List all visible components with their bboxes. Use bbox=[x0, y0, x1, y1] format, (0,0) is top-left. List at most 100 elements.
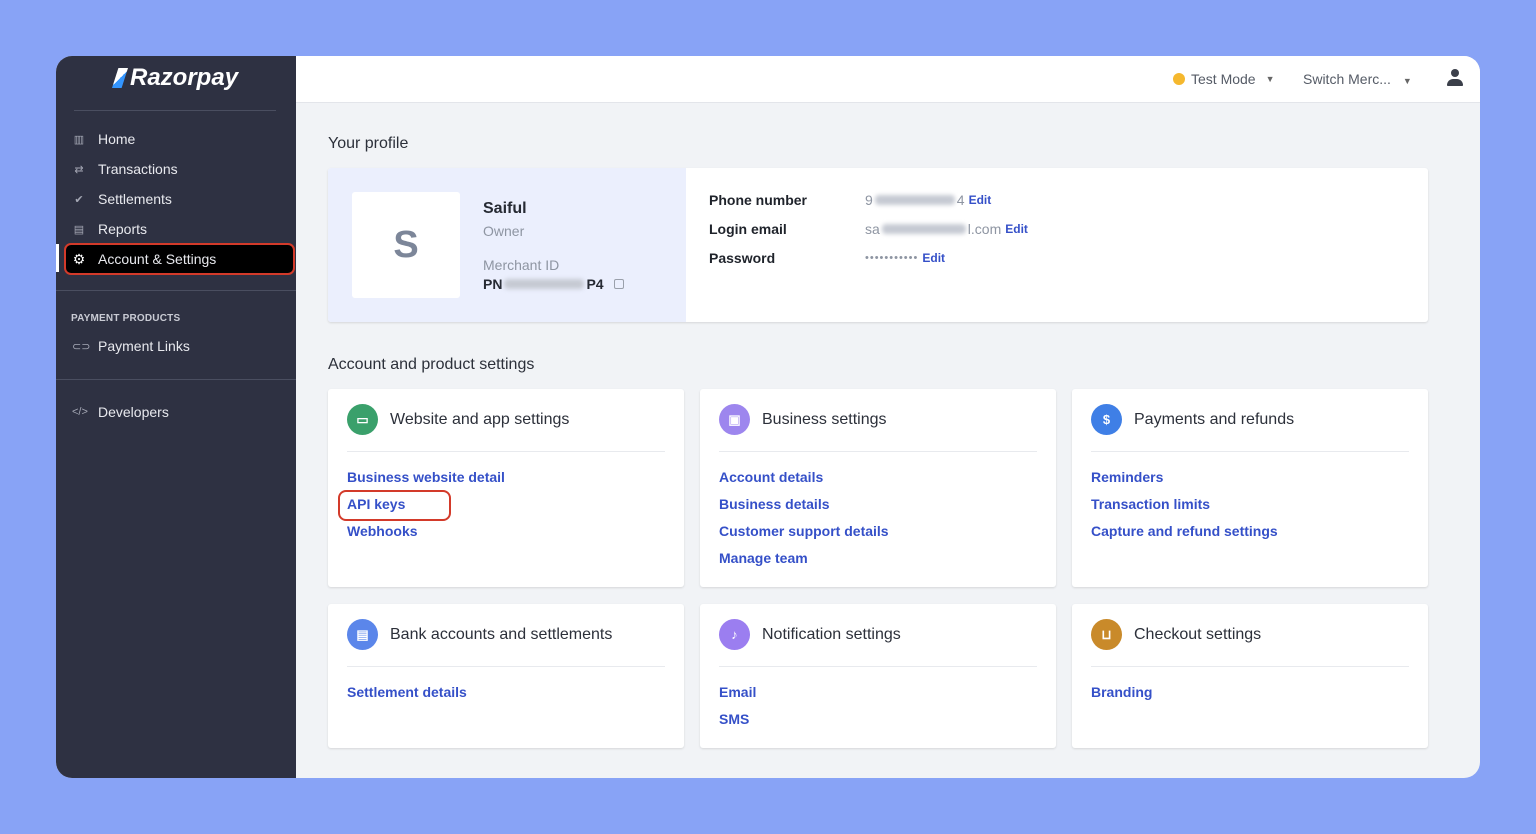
field-label: Login email bbox=[709, 221, 787, 237]
section-title: Account and product settings bbox=[328, 356, 535, 373]
link-branding[interactable]: Branding bbox=[1091, 684, 1152, 701]
chart-icon: ▥ bbox=[73, 133, 85, 146]
field-value: sa l.com bbox=[865, 221, 1001, 237]
topbar: Test Mode ▼ Switch Merc... ▼ bbox=[296, 56, 1480, 103]
link-email[interactable]: Email bbox=[719, 684, 756, 701]
edit-phone-link[interactable]: Edit bbox=[969, 193, 992, 207]
document-icon: ▤ bbox=[347, 619, 378, 650]
merchant-id-label: Merchant ID bbox=[483, 257, 560, 273]
logo-mark-icon bbox=[112, 68, 128, 88]
link-api-keys[interactable]: API keys bbox=[338, 490, 505, 521]
cart-icon: ⊔ bbox=[1091, 619, 1122, 650]
user-icon[interactable] bbox=[1446, 69, 1464, 87]
profile-card: S Saiful Owner Merchant ID PN P4 Phone nu… bbox=[328, 168, 1428, 322]
link-capture-refund-settings[interactable]: Capture and refund settings bbox=[1091, 523, 1278, 540]
page-title: Your profile bbox=[328, 135, 409, 152]
edit-password-link[interactable]: Edit bbox=[922, 251, 945, 265]
card-title: Payments and refunds bbox=[1134, 410, 1295, 428]
section-heading: PAYMENT PRODUCTS bbox=[71, 313, 181, 324]
switch-label: Switch Merc... bbox=[1303, 71, 1391, 87]
settings-card-bank: ▤ Bank accounts and settlements Settlemen… bbox=[328, 604, 684, 748]
gear-icon: ⚙ bbox=[72, 250, 86, 267]
monitor-icon: ▭ bbox=[347, 404, 378, 435]
merchant-id: PN P4 bbox=[483, 276, 624, 292]
link-sms[interactable]: SMS bbox=[719, 711, 756, 728]
chevron-down-icon: ▼ bbox=[1402, 76, 1412, 86]
settings-card-business: ▣ Business settings Account details Busine… bbox=[700, 389, 1056, 587]
phone-row: Phone number 9 4 Edit bbox=[709, 192, 991, 208]
link-webhooks[interactable]: Webhooks bbox=[347, 523, 505, 540]
swap-icon: ⇄ bbox=[74, 163, 84, 176]
code-icon: </> bbox=[72, 406, 88, 418]
sidebar-item-payment-links[interactable]: ⊂⊃ Payment Links bbox=[56, 331, 296, 361]
label: Reports bbox=[98, 221, 148, 237]
sidebar-item-reports[interactable]: ▤ Reports bbox=[56, 214, 296, 244]
sidebar-item-account-settings[interactable]: ⚙ Account & Settings bbox=[64, 243, 295, 275]
card-title: Checkout settings bbox=[1134, 625, 1262, 643]
status-dot-icon bbox=[1173, 73, 1185, 85]
user-name: Saiful bbox=[483, 200, 527, 217]
link-reminders[interactable]: Reminders bbox=[1091, 469, 1278, 486]
label: Account & Settings bbox=[98, 251, 217, 267]
password-mask: ••••••••••• bbox=[865, 252, 919, 264]
divider bbox=[74, 110, 276, 111]
link-transaction-limits[interactable]: Transaction limits bbox=[1091, 496, 1278, 513]
value-suffix: 4 bbox=[956, 192, 965, 208]
briefcase-icon: ▣ bbox=[719, 404, 750, 435]
value-prefix: sa bbox=[865, 221, 880, 237]
card-title: Notification settings bbox=[762, 625, 901, 643]
settings-card-website: ▭ Website and app settings Business websi… bbox=[328, 389, 684, 587]
user-role: Owner bbox=[483, 223, 525, 239]
copy-icon[interactable] bbox=[613, 279, 624, 289]
settings-card-payments: $ Payments and refunds Reminders Transacti… bbox=[1072, 389, 1428, 587]
value-suffix: l.com bbox=[967, 221, 1002, 237]
password-row: Password ••••••••••• Edit bbox=[709, 250, 945, 266]
link-business-website-detail[interactable]: Business website detail bbox=[347, 469, 505, 486]
divider bbox=[56, 290, 296, 291]
label: Developers bbox=[98, 404, 169, 420]
sidebar-item-transactions[interactable]: ⇄ Transactions bbox=[56, 154, 296, 184]
label: Settlements bbox=[98, 191, 172, 207]
redacted bbox=[504, 279, 585, 289]
label: Transactions bbox=[98, 161, 178, 177]
brand-name: Razorpay bbox=[130, 64, 239, 91]
settings-card-checkout: ⊔ Checkout settings Branding bbox=[1072, 604, 1428, 748]
active-indicator bbox=[56, 244, 59, 272]
highlight-annotation bbox=[338, 490, 451, 521]
merchant-id-suffix: P4 bbox=[586, 276, 604, 292]
report-icon: ▤ bbox=[73, 223, 85, 236]
card-title: Bank accounts and settlements bbox=[390, 625, 613, 643]
razorpay-logo[interactable]: Razorpay bbox=[112, 64, 238, 92]
sidebar-item-home[interactable]: ▥ Home bbox=[56, 124, 296, 154]
settings-card-notification: ♪ Notification settings Email SMS bbox=[700, 604, 1056, 748]
profile-summary: S Saiful Owner Merchant ID PN P4 bbox=[328, 168, 686, 322]
link-business-details[interactable]: Business details bbox=[719, 496, 889, 513]
value-prefix: 9 bbox=[865, 192, 873, 208]
test-mode-dropdown[interactable]: Test Mode ▼ bbox=[1173, 71, 1275, 87]
sidebar-item-settlements[interactable]: ✔ Settlements bbox=[56, 184, 296, 214]
divider bbox=[56, 379, 296, 380]
mode-label: Test Mode bbox=[1191, 71, 1256, 87]
redacted bbox=[874, 195, 955, 205]
card-title: Business settings bbox=[762, 410, 887, 428]
redacted bbox=[881, 224, 966, 234]
link-account-details[interactable]: Account details bbox=[719, 469, 889, 486]
email-row: Login email sa l.com Edit bbox=[709, 221, 1028, 237]
card-title: Website and app settings bbox=[390, 410, 570, 428]
app-window: Razorpay ▥ Home ⇄ Transactions ✔ Settlement… bbox=[56, 56, 1480, 778]
field-value: 94 bbox=[865, 192, 965, 208]
field-label: Phone number bbox=[709, 192, 808, 208]
switch-merchant-dropdown[interactable]: Switch Merc... ▼ bbox=[1303, 71, 1412, 87]
field-label: Password bbox=[709, 250, 776, 266]
link-customer-support-details[interactable]: Customer support details bbox=[719, 523, 889, 540]
link-manage-team[interactable]: Manage team bbox=[719, 550, 889, 567]
link-settlement-details[interactable]: Settlement details bbox=[347, 684, 467, 701]
sidebar: Razorpay ▥ Home ⇄ Transactions ✔ Settlement… bbox=[56, 56, 296, 778]
dollar-icon: $ bbox=[1091, 404, 1122, 435]
sidebar-item-developers[interactable]: </> Developers bbox=[56, 397, 296, 427]
label: Home bbox=[98, 131, 136, 147]
edit-email-link[interactable]: Edit bbox=[1005, 222, 1028, 236]
link-icon: ⊂⊃ bbox=[72, 340, 91, 353]
avatar: S bbox=[352, 192, 460, 298]
bell-icon: ♪ bbox=[719, 619, 750, 650]
